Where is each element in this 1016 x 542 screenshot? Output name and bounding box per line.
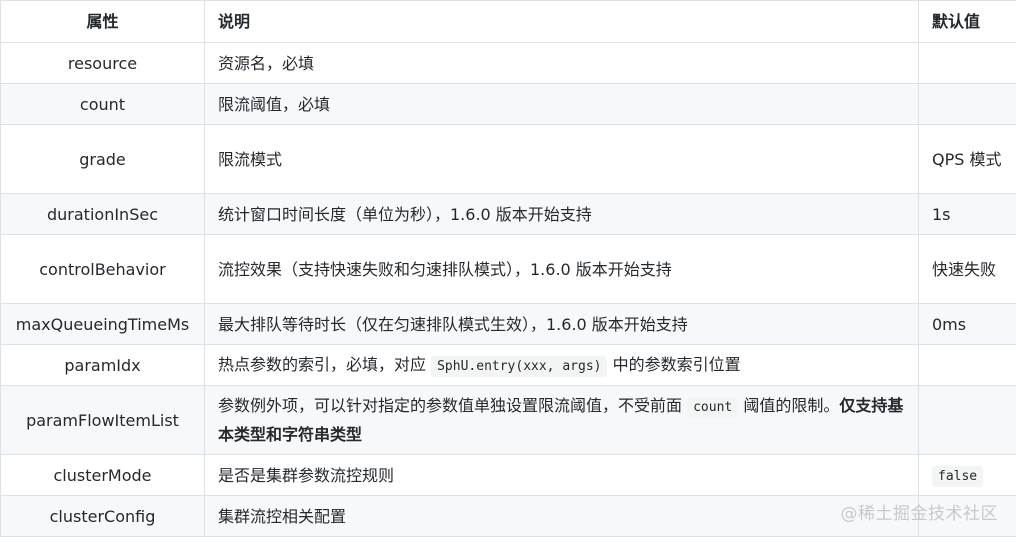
params-table: 属性 说明 默认值 resource 资源名，必填 count 限流阈值，必填 …	[0, 0, 1016, 537]
description-cell: 是否是集群参数流控规则	[204, 454, 919, 496]
header-property: 属性	[0, 0, 205, 43]
table-row: paramFlowItemList 参数例外项，可以针对指定的参数值单独设置限流…	[0, 385, 1016, 455]
default-cell: 1s	[918, 193, 1016, 235]
default-cell	[918, 344, 1016, 386]
property-cell: maxQueueingTimeMs	[0, 303, 205, 345]
default-cell	[918, 83, 1016, 125]
default-cell: QPS 模式	[918, 124, 1016, 194]
description-cell: 限流阈值，必填	[204, 83, 919, 125]
description-cell: 限流模式	[204, 124, 919, 194]
description-text: 热点参数的索引，必填，对应	[218, 354, 427, 374]
default-cell: false	[918, 454, 1016, 496]
default-cell: 快速失败	[918, 234, 1016, 304]
table-row: resource 资源名，必填	[0, 42, 1016, 84]
property-cell: resource	[0, 42, 205, 84]
description-text: 参数例外项，可以针对指定的参数值单独设置限流阈值，不受前面	[218, 396, 683, 415]
description-cell: 流控效果（支持快速失败和匀速排队模式），1.6.0 版本开始支持	[204, 234, 919, 304]
description-cell: 参数例外项，可以针对指定的参数值单独设置限流阈值，不受前面 count 阈值的限…	[204, 385, 919, 455]
description-cell: 最大排队等待时长（仅在匀速排队模式生效），1.6.0 版本开始支持	[204, 303, 919, 345]
property-cell: paramIdx	[0, 344, 205, 386]
default-cell	[918, 42, 1016, 84]
header-default: 默认值	[918, 0, 1016, 43]
table-row: clusterMode 是否是集群参数流控规则 false	[0, 454, 1016, 496]
table-row: controlBehavior 流控效果（支持快速失败和匀速排队模式），1.6.…	[0, 234, 1016, 304]
property-cell: paramFlowItemList	[0, 385, 205, 455]
table-row: paramIdx 热点参数的索引，必填，对应 SphU.entry(xxx, a…	[0, 344, 1016, 386]
description-text: 中的参数索引位置	[612, 354, 741, 374]
table-row: durationInSec 统计窗口时间长度（单位为秒），1.6.0 版本开始支…	[0, 193, 1016, 235]
property-cell: clusterConfig	[0, 495, 205, 537]
inline-code: SphU.entry(xxx, args)	[431, 355, 608, 377]
description-cell: 资源名，必填	[204, 42, 919, 84]
description-cell: 统计窗口时间长度（单位为秒），1.6.0 版本开始支持	[204, 193, 919, 235]
description-text: 阈值的限制。	[743, 396, 840, 415]
table-row: grade 限流模式 QPS 模式	[0, 124, 1016, 194]
table-row: maxQueueingTimeMs 最大排队等待时长（仅在匀速排队模式生效），1…	[0, 303, 1016, 345]
default-cell: 0ms	[918, 303, 1016, 345]
inline-code: false	[932, 465, 984, 487]
description-cell: 热点参数的索引，必填，对应 SphU.entry(xxx, args) 中的参数…	[204, 344, 919, 386]
watermark-text: @稀土掘金技术社区	[840, 504, 998, 524]
header-description: 说明	[204, 0, 919, 43]
default-cell	[918, 385, 1016, 455]
table-row: count 限流阈值，必填	[0, 83, 1016, 125]
table-header-row: 属性 说明 默认值	[0, 0, 1016, 43]
property-cell: durationInSec	[0, 193, 205, 235]
property-cell: grade	[0, 124, 205, 194]
property-cell: count	[0, 83, 205, 125]
inline-code: count	[687, 397, 739, 418]
property-cell: controlBehavior	[0, 234, 205, 304]
description-cell: 集群流控相关配置	[204, 495, 919, 537]
property-cell: clusterMode	[0, 454, 205, 496]
